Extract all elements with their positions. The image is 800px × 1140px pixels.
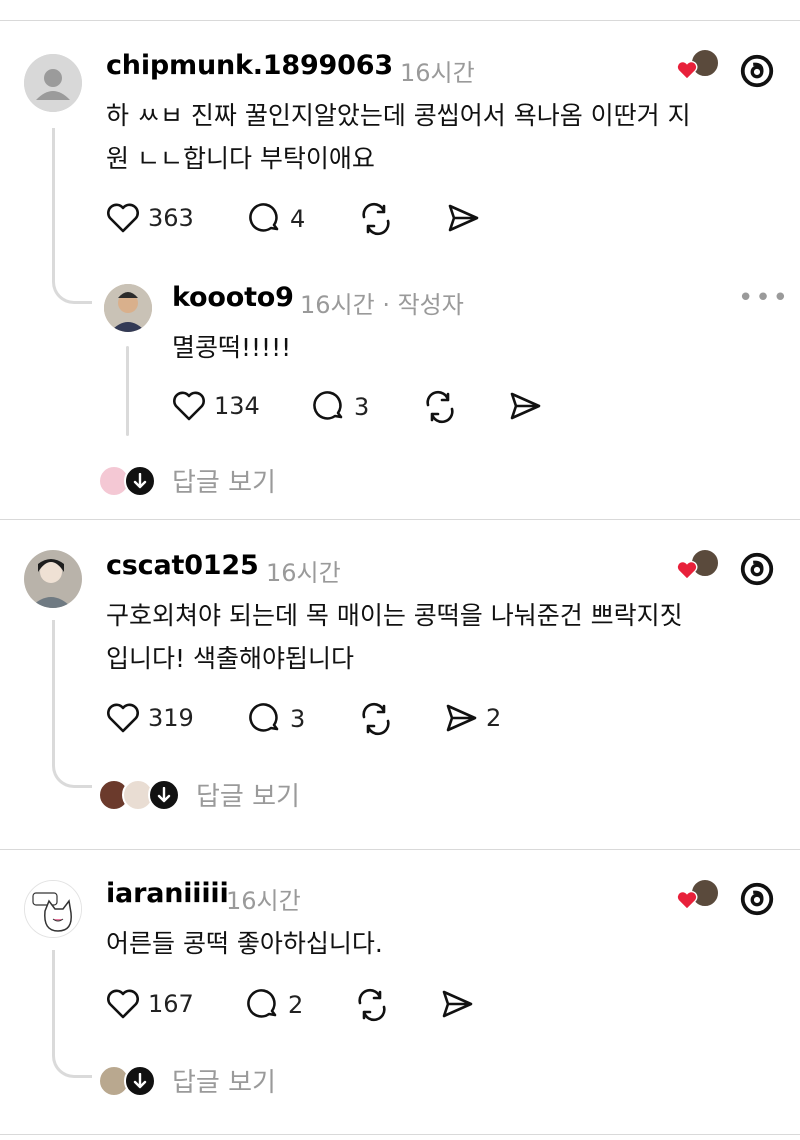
like-count: 363 bbox=[148, 204, 194, 232]
threads-logo-icon[interactable] bbox=[738, 52, 776, 90]
share-button[interactable]: 2 bbox=[444, 702, 501, 734]
reply-share-button[interactable] bbox=[508, 390, 542, 422]
thread-connector bbox=[52, 128, 92, 304]
comment-text-line: 하 ㅆㅂ 진짜 꿀인지알았는데 콩씹어서 욕나옴 이딴거 지 bbox=[106, 101, 691, 130]
avatar-default[interactable] bbox=[24, 54, 82, 112]
reply-comment-button[interactable]: 3 bbox=[312, 390, 369, 424]
timestamp: 16시간 bbox=[226, 887, 301, 915]
user-photo-icon bbox=[104, 284, 152, 332]
arrow-down-icon bbox=[148, 778, 180, 811]
comment-button[interactable]: 2 bbox=[246, 988, 303, 1022]
author-liked-badge bbox=[676, 548, 720, 592]
timestamp: 16시간 bbox=[266, 559, 341, 587]
view-replies-row[interactable]: 답글 보기 bbox=[98, 776, 300, 813]
more-options-button[interactable]: ••• bbox=[738, 283, 790, 313]
threads-logo-icon[interactable] bbox=[738, 550, 776, 588]
view-replies-row[interactable]: 답글 보기 bbox=[98, 462, 276, 499]
like-button[interactable]: 319 bbox=[106, 702, 194, 734]
view-replies-link[interactable]: 답글 보기 bbox=[172, 462, 276, 499]
heart-icon bbox=[173, 391, 205, 421]
heart-icon bbox=[107, 989, 139, 1019]
avatar-reply-author[interactable] bbox=[104, 284, 152, 332]
red-heart-icon bbox=[676, 560, 698, 580]
comment-button[interactable]: 3 bbox=[248, 702, 305, 736]
reply-thread-line bbox=[126, 346, 129, 436]
comment-text: 구호외쳐야 되는데 목 매이는 콩떡을 나눠준건 쁘락지짓 입니다! 색출해야됩… bbox=[106, 594, 786, 680]
comment-count: 2 bbox=[288, 991, 304, 1019]
comment-icon bbox=[249, 703, 279, 732]
top-divider bbox=[0, 20, 800, 21]
timestamp: 16시간 bbox=[400, 59, 475, 87]
comment-text-line: 구호외쳐야 되는데 목 매이는 콩떡을 나눠준건 쁘락지짓 bbox=[106, 601, 683, 630]
repost-icon bbox=[362, 702, 390, 736]
repost-button[interactable] bbox=[358, 702, 394, 736]
post-divider bbox=[0, 1134, 800, 1135]
user-photo-icon bbox=[24, 550, 82, 608]
comment-text: 하 ㅆㅂ 진짜 꿀인지알았는데 콩씹어서 욕나옴 이딴거 지 원 ㄴㄴ합니다 부… bbox=[106, 94, 786, 180]
repost-icon bbox=[426, 390, 454, 424]
red-heart-icon bbox=[676, 60, 698, 80]
reply-username[interactable]: koooto9 bbox=[172, 282, 294, 313]
threads-logo-icon[interactable] bbox=[738, 880, 776, 918]
comment-icon bbox=[249, 203, 279, 232]
view-replies-link[interactable]: 답글 보기 bbox=[172, 1062, 276, 1099]
comment-icon bbox=[247, 989, 277, 1018]
post-divider bbox=[0, 519, 800, 520]
reply-text: 멸콩떡!!!!! bbox=[172, 333, 292, 362]
thread-connector bbox=[52, 950, 92, 1078]
username[interactable]: iaraniiiii bbox=[106, 878, 229, 909]
arrow-down-icon bbox=[124, 1064, 156, 1097]
post-divider bbox=[0, 849, 800, 850]
default-user-icon bbox=[24, 54, 82, 112]
repost-button[interactable] bbox=[358, 202, 394, 236]
avatar-iaran[interactable] bbox=[24, 880, 82, 938]
reply-repost-button[interactable] bbox=[422, 390, 458, 424]
username[interactable]: cscat0125 bbox=[106, 550, 259, 581]
like-button[interactable]: 363 bbox=[106, 202, 194, 234]
repost-icon bbox=[358, 988, 386, 1022]
like-count: 319 bbox=[148, 704, 194, 732]
comment-button[interactable]: 4 bbox=[248, 202, 305, 236]
username[interactable]: chipmunk.1899063 bbox=[106, 50, 393, 81]
view-replies-row[interactable]: 답글 보기 bbox=[98, 1062, 276, 1099]
share-icon bbox=[448, 204, 479, 232]
like-button[interactable]: 167 bbox=[106, 988, 194, 1020]
arrow-down-icon bbox=[124, 464, 156, 497]
share-count: 2 bbox=[486, 704, 502, 732]
repost-button[interactable] bbox=[354, 988, 390, 1022]
reply-like-button[interactable]: 134 bbox=[172, 390, 260, 422]
reply-timestamp-author: 16시간 · 작성자 bbox=[300, 291, 464, 319]
red-heart-icon bbox=[676, 890, 698, 910]
like-count: 167 bbox=[148, 990, 194, 1018]
heart-icon bbox=[107, 203, 139, 233]
like-count: 134 bbox=[214, 392, 260, 420]
avatar-cscat[interactable] bbox=[24, 550, 82, 608]
view-replies-link[interactable]: 답글 보기 bbox=[196, 776, 300, 813]
heart-icon bbox=[107, 703, 139, 733]
comment-count: 3 bbox=[290, 705, 306, 733]
share-icon bbox=[446, 704, 477, 732]
cartoon-cat-avatar-icon bbox=[25, 881, 81, 937]
comment-text: 어른들 콩떡 좋아하십니다. bbox=[106, 929, 383, 958]
share-icon bbox=[442, 990, 473, 1018]
share-button[interactable] bbox=[440, 988, 474, 1020]
comment-count: 3 bbox=[354, 393, 370, 421]
comment-count: 4 bbox=[290, 205, 306, 233]
thread-connector bbox=[52, 620, 92, 788]
share-button[interactable] bbox=[446, 202, 480, 234]
comment-text-line: 원 ㄴㄴ합니다 부탁이애요 bbox=[106, 144, 375, 173]
comment-icon bbox=[313, 391, 343, 420]
author-liked-badge bbox=[676, 48, 720, 92]
share-icon bbox=[510, 392, 541, 420]
author-liked-badge bbox=[676, 878, 720, 922]
repost-icon bbox=[362, 202, 390, 236]
comment-text-line: 입니다! 색출해야됩니다 bbox=[106, 644, 354, 673]
